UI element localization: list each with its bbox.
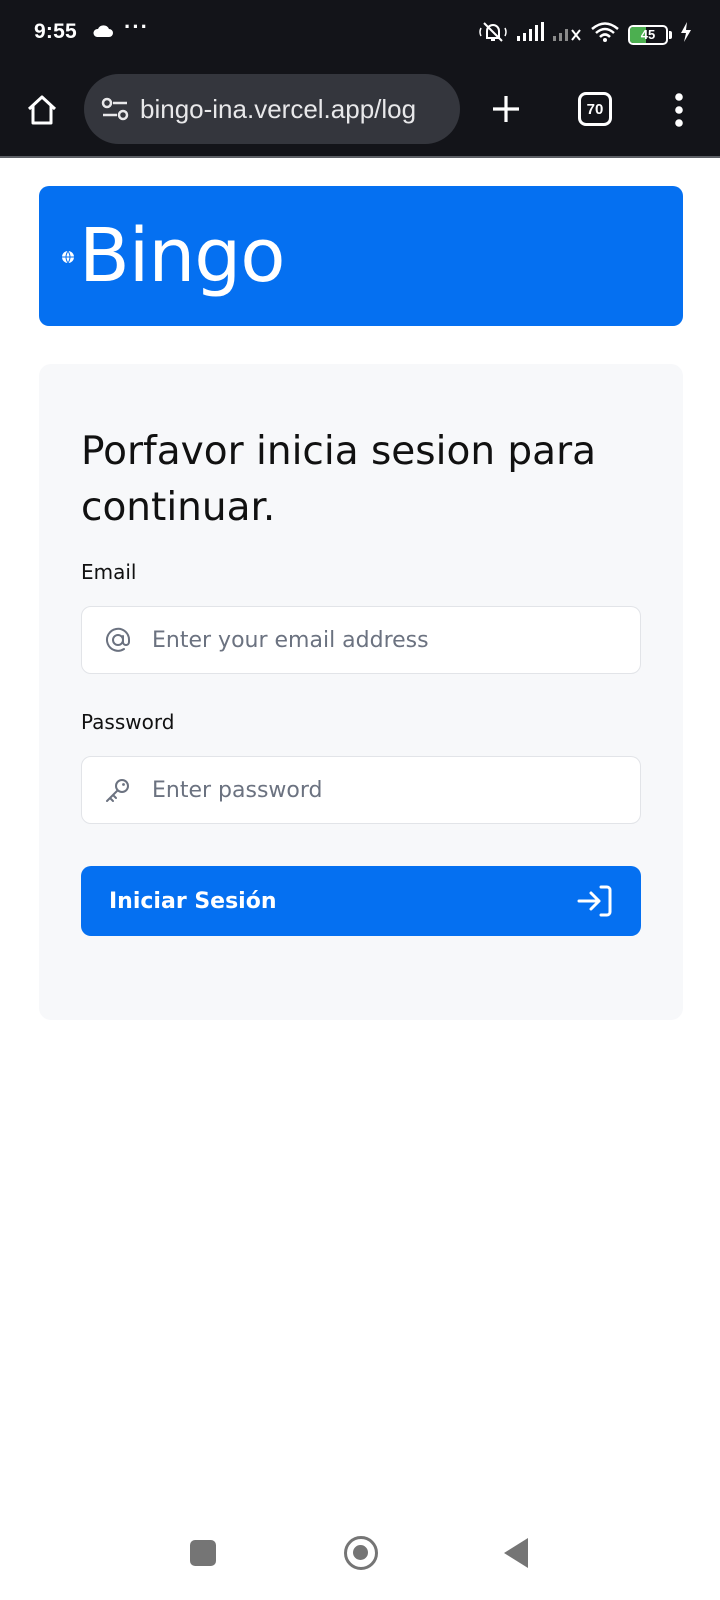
email-label: Email (81, 560, 137, 584)
app-logo[interactable]: Bingo (79, 214, 285, 298)
home-icon[interactable] (22, 90, 62, 130)
address-bar[interactable]: bingo-ina.vercel.app/log (84, 74, 460, 144)
login-arrow-icon (577, 883, 613, 919)
password-input[interactable] (152, 777, 632, 803)
system-nav-bar (0, 1520, 720, 1600)
wifi-icon (590, 21, 620, 48)
plus-icon[interactable] (486, 89, 526, 129)
status-bar: 9:55 ··· 45 (0, 0, 720, 66)
key-icon (104, 776, 132, 804)
home-circle-icon[interactable] (344, 1536, 378, 1570)
recent-apps-icon[interactable] (190, 1540, 216, 1566)
tune-icon[interactable] (100, 94, 130, 124)
url-text[interactable]: bingo-ina.vercel.app/log (140, 94, 416, 125)
email-input[interactable] (152, 627, 632, 653)
back-icon[interactable] (504, 1538, 528, 1568)
login-card: Porfavor inicia sesion para continuar. E… (39, 364, 683, 1020)
more-vert-icon[interactable] (664, 88, 694, 132)
login-button[interactable]: Iniciar Sesión (81, 866, 641, 936)
login-heading: Porfavor inicia sesion para continuar. (81, 429, 597, 530)
header-banner: Bingo (39, 186, 683, 326)
status-icons: 45 (478, 20, 692, 49)
battery-level: 45 (640, 26, 656, 42)
signal-icon (516, 22, 544, 47)
bell-off-icon (478, 20, 508, 49)
cloud-icon (92, 24, 114, 43)
tabs-icon[interactable]: 70 (578, 92, 612, 126)
status-time: 9:55 (34, 20, 77, 43)
more-notifications-indicator: ··· (124, 14, 149, 39)
at-sign-icon (104, 626, 132, 654)
login-button-label: Iniciar Sesión (109, 888, 277, 914)
password-label: Password (81, 710, 175, 734)
charging-icon (680, 22, 692, 47)
password-field[interactable] (81, 756, 641, 824)
browser-toolbar: bingo-ina.vercel.app/log 70 (0, 66, 720, 158)
tab-count: 70 (586, 100, 604, 118)
battery-icon: 45 (628, 24, 672, 45)
globe-icon (61, 250, 75, 269)
email-field[interactable] (81, 606, 641, 674)
signal-no-service-icon (552, 22, 582, 47)
